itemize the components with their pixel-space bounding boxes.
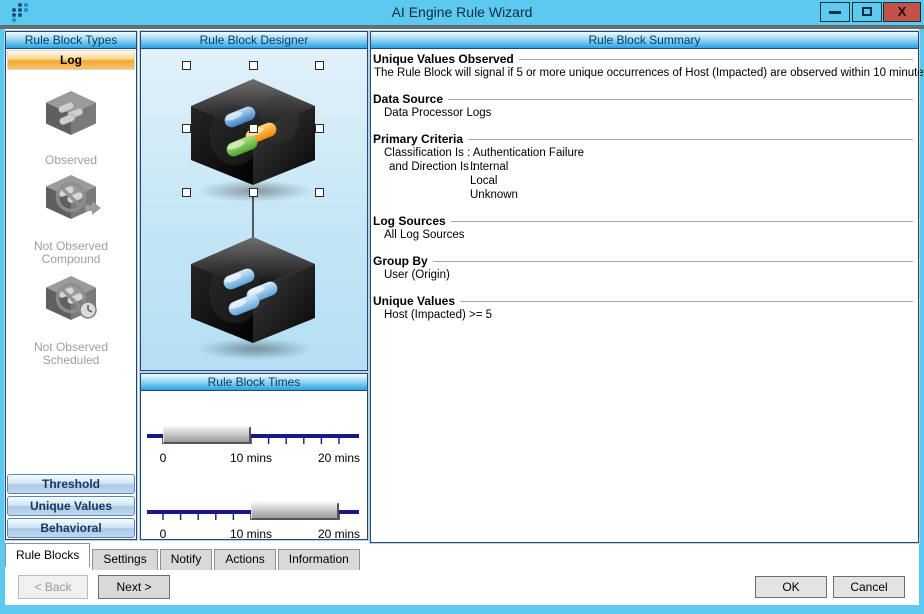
type-group-behavioral-button[interactable]: Behavioral [7, 518, 135, 538]
cube-observed-icon [39, 87, 103, 145]
section-text: User (Origin) [373, 269, 916, 282]
tab-notify[interactable]: Notify [160, 549, 213, 570]
rule-block-types-header: Rule Block Types [6, 32, 136, 49]
tab-settings[interactable]: Settings [92, 549, 157, 570]
rule-block-cube-selected[interactable] [191, 79, 315, 202]
section-rule-line [448, 99, 913, 100]
criteria-label: and Direction Is : [389, 161, 470, 174]
tick-label: 0 [153, 451, 173, 465]
next-button[interactable]: Next > [98, 575, 170, 599]
type-label-not-observed-compound-2: Compound [42, 252, 101, 266]
rule-block-diagram [141, 49, 367, 370]
section-rule-line [433, 261, 913, 262]
tick-label: 0 [153, 527, 173, 541]
maximize-button[interactable] [852, 2, 882, 22]
selection-handle[interactable] [183, 62, 191, 70]
ai-engine-rule-wizard-window: AI Engine Rule Wizard X Rule Block Types… [0, 0, 924, 614]
wizard-tab-bar: Rule BlocksSettingsNotifyActionsInformat… [5, 543, 919, 567]
slider-range-handle[interactable] [251, 502, 339, 520]
selection-handle[interactable] [183, 125, 191, 133]
maximize-icon [862, 7, 872, 16]
wizard-content: Rule Block Types Log O [5, 29, 919, 605]
section-text: Data Processor Logs [373, 107, 916, 120]
selection-handle[interactable] [316, 62, 324, 70]
type-group-buttons: Threshold Unique Values Behavioral [7, 472, 135, 538]
selection-handle[interactable] [250, 189, 258, 197]
rule-block-cube-secondary[interactable] [191, 237, 315, 360]
rule-block-times-header: Rule Block Times [141, 374, 367, 391]
section-rule-line [451, 221, 913, 222]
titlebar: AI Engine Rule Wizard X [0, 0, 924, 25]
summary-section-primary-criteria: Primary Criteria Classification Is : Aut… [373, 132, 916, 202]
section-text: The Rule Block will signal if 5 or more … [373, 67, 916, 80]
designer-canvas[interactable] [141, 49, 367, 370]
section-title: Data Source [373, 92, 443, 106]
tick-label: 20 mins [309, 451, 369, 465]
log-type-list: Observed [6, 75, 136, 367]
tick-label: 10 mins [221, 527, 281, 541]
section-title: Log Sources [373, 214, 446, 228]
summary-section-data-source: Data Source Data Processor Logs [373, 92, 916, 120]
type-group-unique-values-button[interactable]: Unique Values [7, 496, 135, 516]
summary-body: Unique Values Observed The Rule Block wi… [371, 49, 918, 322]
section-text: Host (Impacted) >= 5 [373, 309, 916, 322]
tab-actions[interactable]: Actions [214, 549, 275, 570]
selection-handle[interactable] [250, 125, 258, 133]
type-label-observed: Observed [45, 153, 97, 167]
section-rule-line [468, 139, 913, 140]
section-title: Group By [373, 254, 428, 268]
type-item-observed[interactable]: Observed [6, 87, 136, 167]
section-rule-line [519, 59, 913, 60]
section-title: Unique Values Observed [373, 52, 514, 66]
cube-not-observed-scheduled-icon [39, 272, 103, 330]
summary-section-unique-values-observed: Unique Values Observed The Rule Block wi… [373, 52, 916, 80]
selection-handle[interactable] [250, 62, 258, 70]
rule-block-summary-panel: Rule Block Summary Unique Values Observe… [370, 31, 919, 543]
criteria-line: and Direction Is : Internal [373, 161, 916, 174]
type-label-not-observed-scheduled-2: Scheduled [43, 353, 100, 367]
criteria-value: Local [373, 175, 916, 188]
type-group-threshold-button[interactable]: Threshold [7, 474, 135, 494]
type-label-not-observed-scheduled-1: Not Observed [34, 340, 108, 354]
observation-time-slider: 0 10 mins 20 mins [141, 407, 367, 477]
section-title: Unique Values [373, 294, 455, 308]
summary-section-unique-values: Unique Values Host (Impacted) >= 5 [373, 294, 916, 322]
back-button: < Back [18, 575, 88, 599]
selection-handle[interactable] [316, 125, 324, 133]
type-label-not-observed-compound-1: Not Observed [34, 239, 108, 253]
rule-block-summary-header: Rule Block Summary [371, 32, 918, 49]
window-title: AI Engine Rule Wizard [0, 4, 924, 20]
rule-block-designer-header: Rule Block Designer [141, 32, 367, 49]
selection-handle[interactable] [316, 189, 324, 197]
section-title: Primary Criteria [373, 132, 463, 146]
minimize-icon [829, 11, 841, 14]
rule-block-types-panel: Rule Block Types Log O [5, 31, 137, 540]
selection-handle[interactable] [183, 189, 191, 197]
summary-section-log-sources: Log Sources All Log Sources [373, 214, 916, 242]
slider-range-handle[interactable] [163, 426, 251, 444]
type-item-not-observed-scheduled[interactable]: Not Observed Scheduled [6, 272, 136, 367]
criteria-line: Classification Is : Authentication Failu… [373, 147, 916, 160]
criteria-value: Internal [470, 161, 508, 173]
type-group-log-button[interactable]: Log [7, 50, 135, 70]
section-text: All Log Sources [373, 229, 916, 242]
cube-not-observed-compound-icon [39, 171, 103, 229]
rule-block-times-panel: Rule Block Times 0 10 mins 20 mins [140, 373, 368, 540]
rule-block-designer-panel: Rule Block Designer [140, 31, 368, 371]
summary-section-group-by: Group By User (Origin) [373, 254, 916, 282]
close-button[interactable]: X [883, 2, 921, 22]
cancel-button[interactable]: Cancel [833, 576, 905, 598]
type-item-not-observed-compound[interactable]: Not Observed Compound [6, 171, 136, 266]
criteria-value: Unknown [373, 189, 916, 202]
section-rule-line [460, 301, 913, 302]
minimize-button[interactable] [820, 2, 850, 22]
tick-label: 20 mins [309, 527, 369, 541]
ok-button[interactable]: OK [755, 576, 827, 598]
tick-label: 10 mins [221, 451, 281, 465]
tab-information[interactable]: Information [278, 549, 360, 570]
tab-rule-blocks[interactable]: Rule Blocks [5, 543, 90, 567]
